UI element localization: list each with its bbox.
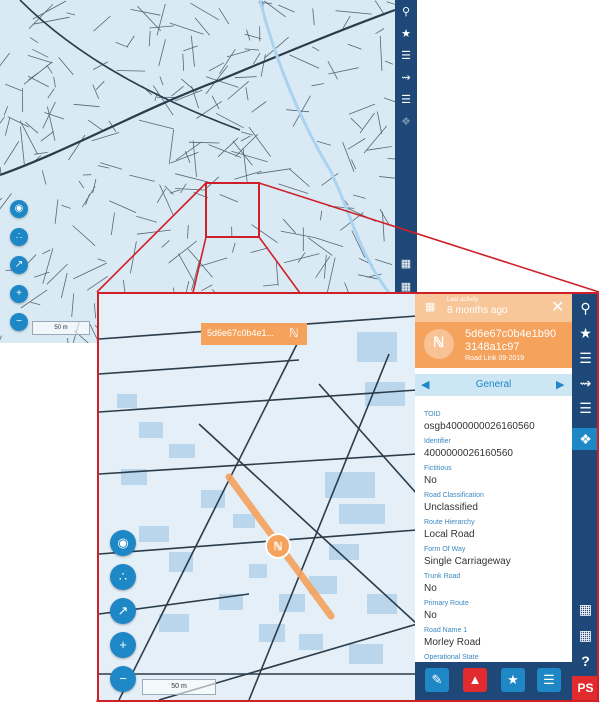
inset-sidebar: ⚲ ★ ☰ ⇝ ☰ ❖ ▦ ▦ ? bbox=[572, 294, 597, 700]
inset-map[interactable]: ℕ bbox=[99, 294, 417, 700]
feature-info-panel: ▦ Last activity 8 months ago ✕ ℕ 5d6e67c… bbox=[415, 294, 572, 700]
field-label: Trunk Road bbox=[424, 573, 461, 580]
field-label: TOID bbox=[424, 411, 441, 418]
zoom-inset: ℕ 5d6e67c0b4e1... ℕ ◉ ∴ ↗ + − 50 m ▦ Las… bbox=[97, 292, 599, 702]
inset-camera-button[interactable]: ◉ bbox=[110, 530, 136, 556]
field-value: Local Road bbox=[424, 529, 475, 540]
field-label: Identifier bbox=[424, 438, 451, 445]
help-icon[interactable]: ? bbox=[572, 650, 597, 672]
field-value: No bbox=[424, 583, 437, 594]
search-icon[interactable]: ⚲ bbox=[572, 297, 597, 319]
delete-button[interactable]: ▲ bbox=[463, 668, 487, 692]
field-value: No bbox=[424, 475, 437, 486]
inset-zoom-in-button[interactable]: + bbox=[110, 632, 136, 658]
folder-icon[interactable]: ▦ bbox=[572, 624, 597, 646]
inset-scale-bar: 50 m bbox=[142, 679, 216, 695]
layers-stack-icon[interactable]: ☰ bbox=[572, 397, 597, 419]
inset-share-button[interactable]: ∴ bbox=[110, 564, 136, 590]
field-value: 4000000026160560 bbox=[424, 448, 513, 459]
feature-popup[interactable]: 5d6e67c0b4e1... ℕ bbox=[201, 323, 307, 345]
feature-title-line2: 3148a1c97 bbox=[465, 341, 520, 353]
field-label: Fictitious bbox=[424, 465, 452, 472]
panel-toolbar: ✎ ▲ ★ ☰ bbox=[415, 662, 572, 700]
feature-subtitle: Road Link 09-2019 bbox=[465, 355, 525, 362]
tab-general[interactable]: General bbox=[415, 379, 572, 390]
road-link-icon: ℕ bbox=[289, 326, 299, 340]
field-value: No bbox=[424, 610, 437, 621]
edit-button[interactable]: ✎ bbox=[425, 668, 449, 692]
inset-measure-button[interactable]: ↗ bbox=[110, 598, 136, 624]
field-label: Road Classification bbox=[424, 492, 484, 499]
field-label: Road Name 1 bbox=[424, 627, 468, 634]
next-tab-icon[interactable]: ▶ bbox=[556, 378, 564, 391]
favourite-button[interactable]: ★ bbox=[501, 668, 525, 692]
star-icon[interactable]: ★ bbox=[572, 322, 597, 344]
layers-icon[interactable]: ☰ bbox=[572, 347, 597, 369]
field-value: Unclassified bbox=[424, 502, 478, 513]
svg-text:ℕ: ℕ bbox=[274, 541, 283, 553]
inset-zoom-out-button[interactable]: − bbox=[110, 666, 136, 692]
tab-navigator: ◀ General ▶ bbox=[415, 374, 572, 396]
feature-title-line1: 5d6e67c0b4e1b90 bbox=[465, 328, 557, 340]
folder-icon: ▦ bbox=[425, 301, 436, 313]
close-icon[interactable]: ✕ bbox=[551, 297, 564, 317]
field-label: Operational State bbox=[424, 654, 479, 661]
menu-button[interactable]: ☰ bbox=[537, 668, 561, 692]
route-icon[interactable]: ⇝ bbox=[572, 372, 597, 394]
field-value: osgb4000000026160560 bbox=[424, 421, 535, 432]
feature-header: ℕ 5d6e67c0b4e1b90 3148a1c97 Road Link 09… bbox=[415, 322, 572, 368]
field-value: Morley Road bbox=[424, 637, 481, 648]
tag-icon[interactable]: ❖ bbox=[572, 428, 597, 450]
field-label: Primary Route bbox=[424, 600, 469, 607]
last-activity-value: 8 months ago bbox=[447, 305, 508, 316]
road-link-icon: ℕ bbox=[433, 334, 445, 350]
popup-id: 5d6e67c0b4e1... bbox=[207, 328, 275, 338]
last-activity-bar: ▦ Last activity 8 months ago ✕ bbox=[415, 294, 572, 322]
inset-scale-label: 50 m bbox=[171, 683, 187, 690]
field-value: Single Carriageway bbox=[424, 556, 511, 567]
field-label: Route Hierarchy bbox=[424, 519, 475, 526]
last-activity-label: Last activity bbox=[447, 297, 479, 303]
table-icon[interactable]: ▦ bbox=[572, 598, 597, 620]
field-label: Form Of Way bbox=[424, 546, 466, 553]
ps-badge[interactable]: PS bbox=[572, 676, 597, 700]
